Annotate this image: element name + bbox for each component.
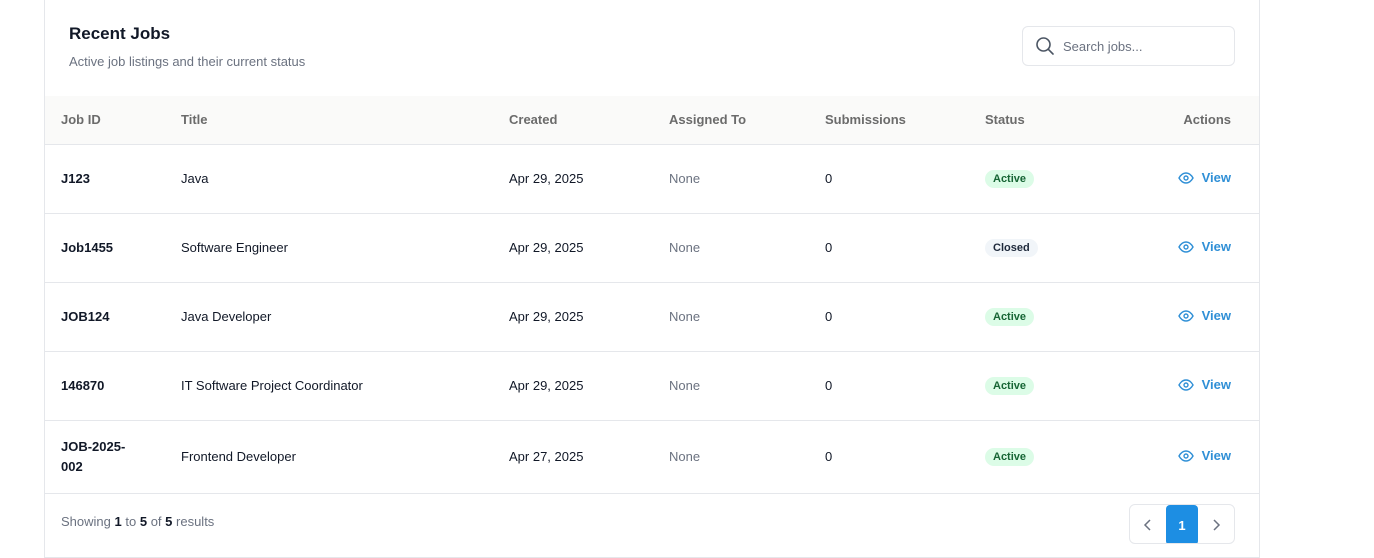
job-title-cell: Frontend Developer <box>181 420 509 494</box>
prev-page-button[interactable] <box>1130 505 1166 543</box>
view-label: View <box>1201 239 1231 255</box>
eye-icon <box>1177 310 1194 322</box>
view-label: View <box>1201 308 1231 324</box>
range-to: 5 <box>139 514 148 529</box>
job-title-cell: Software Engineer <box>181 213 509 283</box>
table-footer: Showing 1 to 5 of 5 results 1 <box>45 495 1259 555</box>
view-label: View <box>1201 377 1231 393</box>
assigned-cell: None <box>669 351 825 421</box>
assigned-cell: None <box>669 144 825 214</box>
job-title-cell: Java Developer <box>181 282 509 352</box>
actions-cell: View <box>1125 282 1259 352</box>
card-header: Recent Jobs Active job listings and thei… <box>45 0 1259 96</box>
job-id-cell: JOB-2025-002 <box>45 420 181 494</box>
submissions-cell: 0 <box>825 213 985 283</box>
page-title: Recent Jobs <box>69 24 171 43</box>
assigned-cell: None <box>669 420 825 494</box>
assigned-cell: None <box>669 282 825 352</box>
next-page-button[interactable] <box>1198 505 1234 543</box>
chevron-left-icon <box>1143 519 1151 531</box>
actions-cell: View <box>1125 144 1259 214</box>
created-cell: Apr 27, 2025 <box>509 420 669 494</box>
of-word: of <box>150 514 162 529</box>
job-id-cell: JOB124 <box>45 282 181 352</box>
status-badge: Active <box>985 169 1035 188</box>
status-cell: Active <box>985 420 1125 494</box>
search-input[interactable] <box>1063 38 1213 54</box>
created-cell: Apr 29, 2025 <box>509 282 669 352</box>
submissions-cell: 0 <box>825 351 985 421</box>
column-header-actions: Actions <box>1125 96 1259 145</box>
job-id-cell: 146870 <box>45 351 181 421</box>
assigned-cell: None <box>669 213 825 283</box>
view-button[interactable]: View <box>1177 308 1231 324</box>
column-header-submissions: Submissions <box>825 96 985 145</box>
table-header-row: Job ID Title Created Assigned To Submiss… <box>45 96 1259 145</box>
job-id-cell: J123 <box>45 144 181 214</box>
status-cell: Active <box>985 351 1125 421</box>
eye-icon <box>1177 450 1194 462</box>
jobs-table: Job ID Title Created Assigned To Submiss… <box>45 96 1259 494</box>
table-row: JOB124 Java Developer Apr 29, 2025 None … <box>45 282 1259 352</box>
job-title-cell: IT Software Project Coordinator <box>181 351 509 421</box>
table-row: J123 Java Apr 29, 2025 None 0 Active Vie… <box>45 144 1259 214</box>
status-cell: Active <box>985 282 1125 352</box>
recent-jobs-card: Recent Jobs Active job listings and thei… <box>44 0 1260 558</box>
created-cell: Apr 29, 2025 <box>509 213 669 283</box>
submissions-cell: 0 <box>825 282 985 352</box>
job-id-cell: Job1455 <box>45 213 181 283</box>
created-cell: Apr 29, 2025 <box>509 144 669 214</box>
column-header-job-id: Job ID <box>45 96 181 145</box>
created-cell: Apr 29, 2025 <box>509 351 669 421</box>
table-row: 146870 IT Software Project Coordinator A… <box>45 351 1259 421</box>
status-cell: Closed <box>985 213 1125 283</box>
range-from: 1 <box>114 514 122 529</box>
status-badge: Active <box>985 447 1035 466</box>
view-button[interactable]: View <box>1177 170 1231 186</box>
search-box[interactable] <box>1022 26 1235 66</box>
eye-icon <box>1177 379 1194 391</box>
total-count: 5 <box>165 514 173 529</box>
page-button-current[interactable]: 1 <box>1166 505 1198 543</box>
eye-icon <box>1177 172 1194 184</box>
column-header-created: Created <box>509 96 669 145</box>
view-label: View <box>1201 170 1231 186</box>
status-badge: Active <box>985 376 1035 395</box>
column-header-title: Title <box>181 96 509 145</box>
job-title-cell: Java <box>181 144 509 214</box>
results-summary: Showing 1 to 5 of 5 results <box>61 514 214 529</box>
column-header-status: Status <box>985 96 1125 145</box>
actions-cell: View <box>1125 351 1259 421</box>
actions-cell: View <box>1125 213 1259 283</box>
showing-prefix: Showing <box>61 514 111 529</box>
actions-cell: View <box>1125 420 1259 494</box>
table-row: Job1455 Software Engineer Apr 29, 2025 N… <box>45 213 1259 283</box>
status-badge: Closed <box>985 238 1038 257</box>
status-cell: Active <box>985 144 1125 214</box>
view-label: View <box>1201 448 1231 464</box>
page-subtitle: Active job listings and their current st… <box>69 54 306 69</box>
pagination: 1 <box>1129 504 1235 544</box>
table-row: JOB-2025-002 Frontend Developer Apr 27, … <box>45 420 1259 494</box>
results-suffix: results <box>176 514 215 529</box>
to-word: to <box>125 514 137 529</box>
view-button[interactable]: View <box>1177 448 1231 464</box>
view-button[interactable]: View <box>1177 377 1231 393</box>
column-header-assigned-to: Assigned To <box>669 96 825 145</box>
submissions-cell: 0 <box>825 420 985 494</box>
submissions-cell: 0 <box>825 144 985 214</box>
view-button[interactable]: View <box>1177 239 1231 255</box>
search-icon <box>1036 37 1054 55</box>
status-badge: Active <box>985 307 1035 326</box>
chevron-right-icon <box>1213 519 1221 531</box>
eye-icon <box>1177 241 1194 253</box>
